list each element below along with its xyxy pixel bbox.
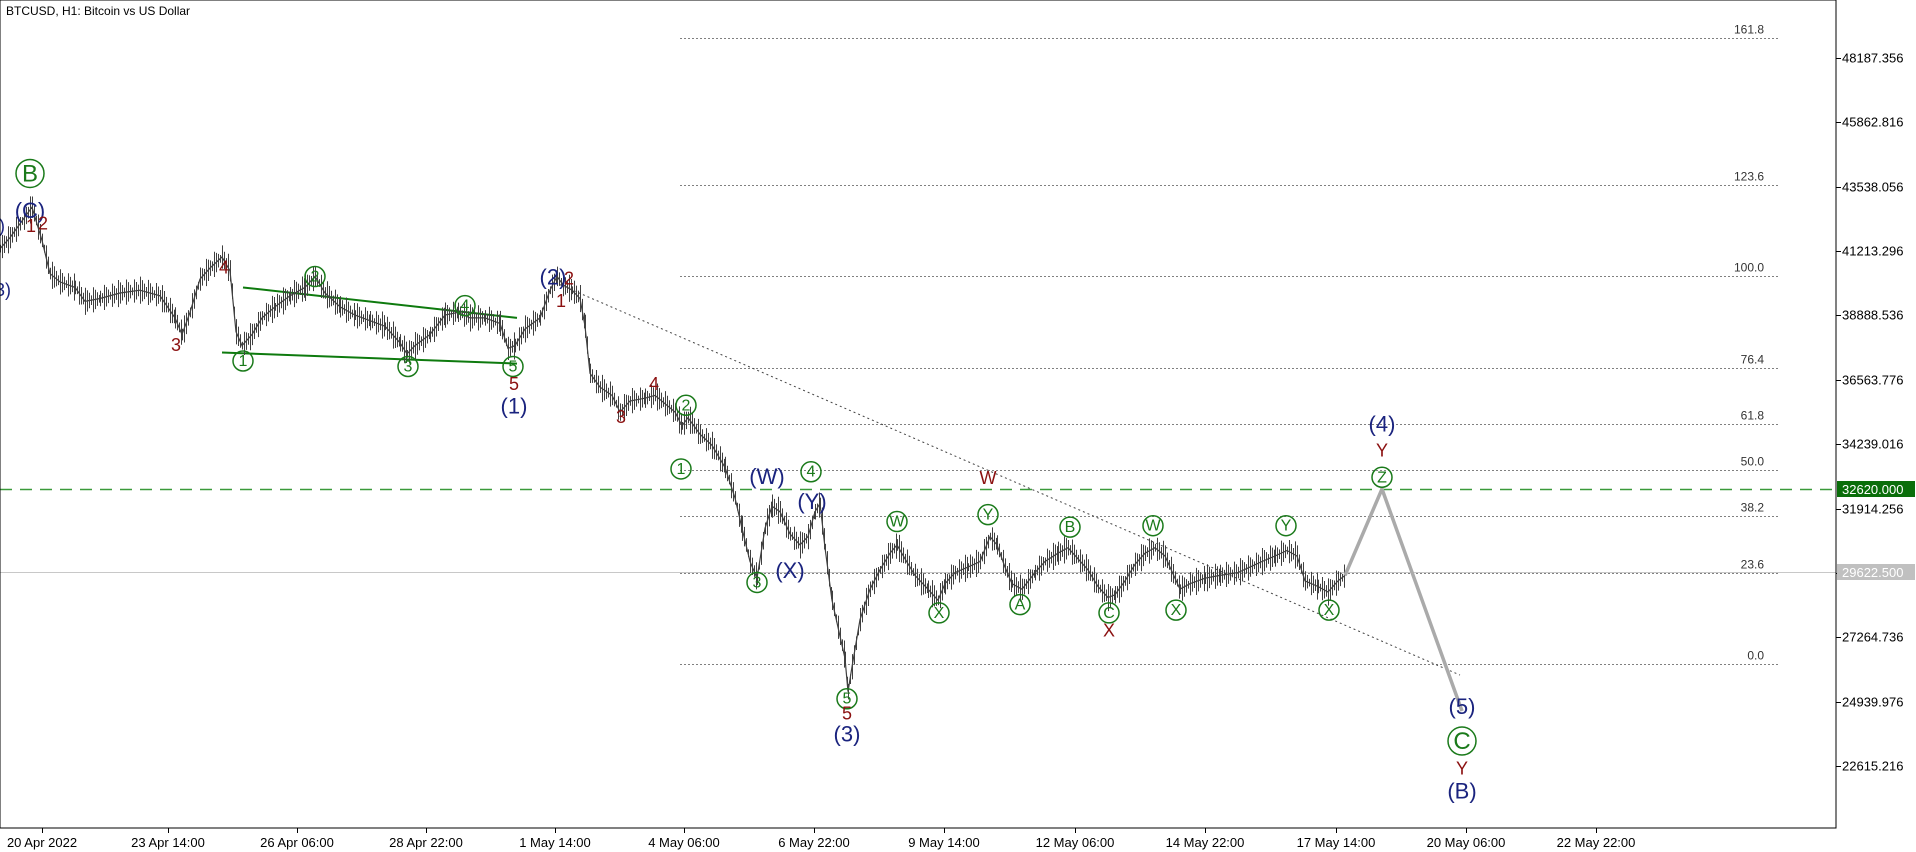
wave-label: 4 bbox=[461, 298, 470, 315]
trendline bbox=[221, 351, 518, 365]
wave-label: X bbox=[1103, 620, 1115, 640]
chart-title: BTCUSD, H1: Bitcoin vs US Dollar bbox=[6, 4, 191, 18]
y-tick-label: 31914.256 bbox=[1842, 502, 1903, 517]
wave-label: 2 bbox=[564, 269, 574, 289]
wave-labels: B(C)12)3)34123455(1)(2)123421(W)4(Y)3(X)… bbox=[0, 158, 1477, 803]
x-tick-label: 14 May 22:00 bbox=[1166, 835, 1245, 850]
y-tick-label: 24939.976 bbox=[1842, 695, 1903, 710]
y-tick-label: 36563.776 bbox=[1842, 373, 1903, 388]
x-tick-label: 23 Apr 14:00 bbox=[131, 835, 205, 850]
wave-label: (1) bbox=[501, 393, 528, 418]
wave-label: Y bbox=[1281, 518, 1292, 535]
wave-label: (5) bbox=[1449, 694, 1476, 719]
y-tick-label: 48187.356 bbox=[1842, 51, 1903, 66]
fib-level-label: 38.2 bbox=[1741, 501, 1765, 515]
wave-label: 5 bbox=[842, 703, 852, 723]
wave-label: C bbox=[1453, 728, 1470, 755]
wave-label: (X) bbox=[775, 558, 804, 583]
price-chart[interactable]: 161.8 123.6 100.0 76.4 61.8 50.0 38.2 23.6 0.0 B… bbox=[0, 0, 1916, 852]
x-tick-label: 28 Apr 22:00 bbox=[389, 835, 463, 850]
wave-label: 1 bbox=[677, 461, 686, 478]
x-tick-label: 20 Apr 2022 bbox=[7, 835, 77, 850]
y-tick-label: 34239.016 bbox=[1842, 437, 1903, 452]
x-tick-label: 26 Apr 06:00 bbox=[260, 835, 334, 850]
wave-label: W bbox=[980, 468, 997, 488]
x-tick-label: 22 May 22:00 bbox=[1557, 835, 1636, 850]
wave-label: B bbox=[22, 160, 38, 187]
wave-label: (2) bbox=[540, 265, 567, 290]
wave-label: 3) bbox=[0, 280, 11, 300]
wave-label: Y bbox=[1456, 759, 1468, 779]
trendlines bbox=[221, 284, 1461, 676]
wave-label: 2 bbox=[311, 269, 320, 286]
fib-level-label: 50.0 bbox=[1741, 455, 1765, 469]
wave-label: 1 bbox=[239, 353, 248, 370]
wave-label: X bbox=[1171, 602, 1182, 619]
fib-level-label: 61.8 bbox=[1741, 409, 1765, 423]
wave-label: 3 bbox=[616, 407, 626, 427]
x-tick-label: 9 May 14:00 bbox=[908, 835, 980, 850]
wave-label: 1 bbox=[26, 216, 36, 236]
x-tick-label: 12 May 06:00 bbox=[1036, 835, 1115, 850]
fib-level-label: 100.0 bbox=[1734, 261, 1764, 275]
y-tick-label: 22615.216 bbox=[1842, 759, 1903, 774]
wave-label: 5 bbox=[509, 374, 519, 394]
wave-label: 3 bbox=[404, 359, 413, 376]
wave-label: 2 bbox=[682, 397, 691, 414]
fib-level-label: 161.8 bbox=[1734, 23, 1764, 37]
fib-levels: 161.8 123.6 100.0 76.4 61.8 50.0 38.2 23.6 0.0 bbox=[0, 23, 1836, 665]
wave-label: (3) bbox=[834, 722, 861, 747]
wave-label: Y bbox=[983, 507, 994, 524]
y-tick-label: 43538.056 bbox=[1842, 180, 1903, 195]
wave-label: (Y) bbox=[797, 489, 826, 514]
plot-frame bbox=[0, 0, 1837, 829]
forecast-path bbox=[1343, 487, 1464, 712]
level-32620-label: 32620.000 bbox=[1842, 482, 1903, 497]
wave-label: 4 bbox=[649, 374, 659, 394]
wave-label: W bbox=[1145, 518, 1161, 535]
fib-level-label: 123.6 bbox=[1734, 170, 1764, 184]
wave-label: ) bbox=[0, 216, 5, 236]
x-tick-label: 17 May 14:00 bbox=[1297, 835, 1376, 850]
wave-label: A bbox=[1015, 597, 1026, 614]
x-tick-label: 6 May 22:00 bbox=[778, 835, 850, 850]
price-series bbox=[0, 196, 1346, 700]
fib-level-label: 76.4 bbox=[1741, 353, 1765, 367]
x-tick-label: 1 May 14:00 bbox=[519, 835, 591, 850]
current-price-label: 29622.500 bbox=[1842, 565, 1903, 580]
wave-label: (W) bbox=[749, 464, 784, 489]
y-tick-label: 41213.296 bbox=[1842, 244, 1903, 259]
fib-level-label: 0.0 bbox=[1747, 649, 1764, 663]
forecast-line bbox=[1343, 487, 1464, 712]
wave-label: (4) bbox=[1369, 411, 1396, 436]
wave-label: Y bbox=[1376, 440, 1388, 460]
price-line bbox=[0, 205, 1346, 692]
wave-label: 3 bbox=[753, 574, 762, 591]
wave-label: (B) bbox=[1447, 778, 1476, 803]
wave-label: Z bbox=[1377, 469, 1387, 486]
wave-label: B bbox=[1065, 519, 1076, 536]
wave-label: X bbox=[934, 605, 945, 622]
x-tick-label: 20 May 06:00 bbox=[1427, 835, 1506, 850]
wave-label: 1 bbox=[556, 291, 566, 311]
x-tick-label: 4 May 06:00 bbox=[648, 835, 720, 850]
y-tick-label: 38888.536 bbox=[1842, 308, 1903, 323]
trendline bbox=[242, 286, 518, 319]
wave-label: X bbox=[1324, 602, 1335, 619]
wave-label: 4 bbox=[219, 258, 229, 278]
wave-label: 2 bbox=[38, 213, 48, 233]
y-tick-label: 45862.816 bbox=[1842, 115, 1903, 130]
wave-label: 4 bbox=[807, 464, 816, 481]
wave-label: W bbox=[889, 514, 905, 531]
fib-level-label: 23.6 bbox=[1741, 558, 1765, 572]
wave-label: 3 bbox=[171, 335, 181, 355]
y-tick-label: 27264.736 bbox=[1842, 630, 1903, 645]
